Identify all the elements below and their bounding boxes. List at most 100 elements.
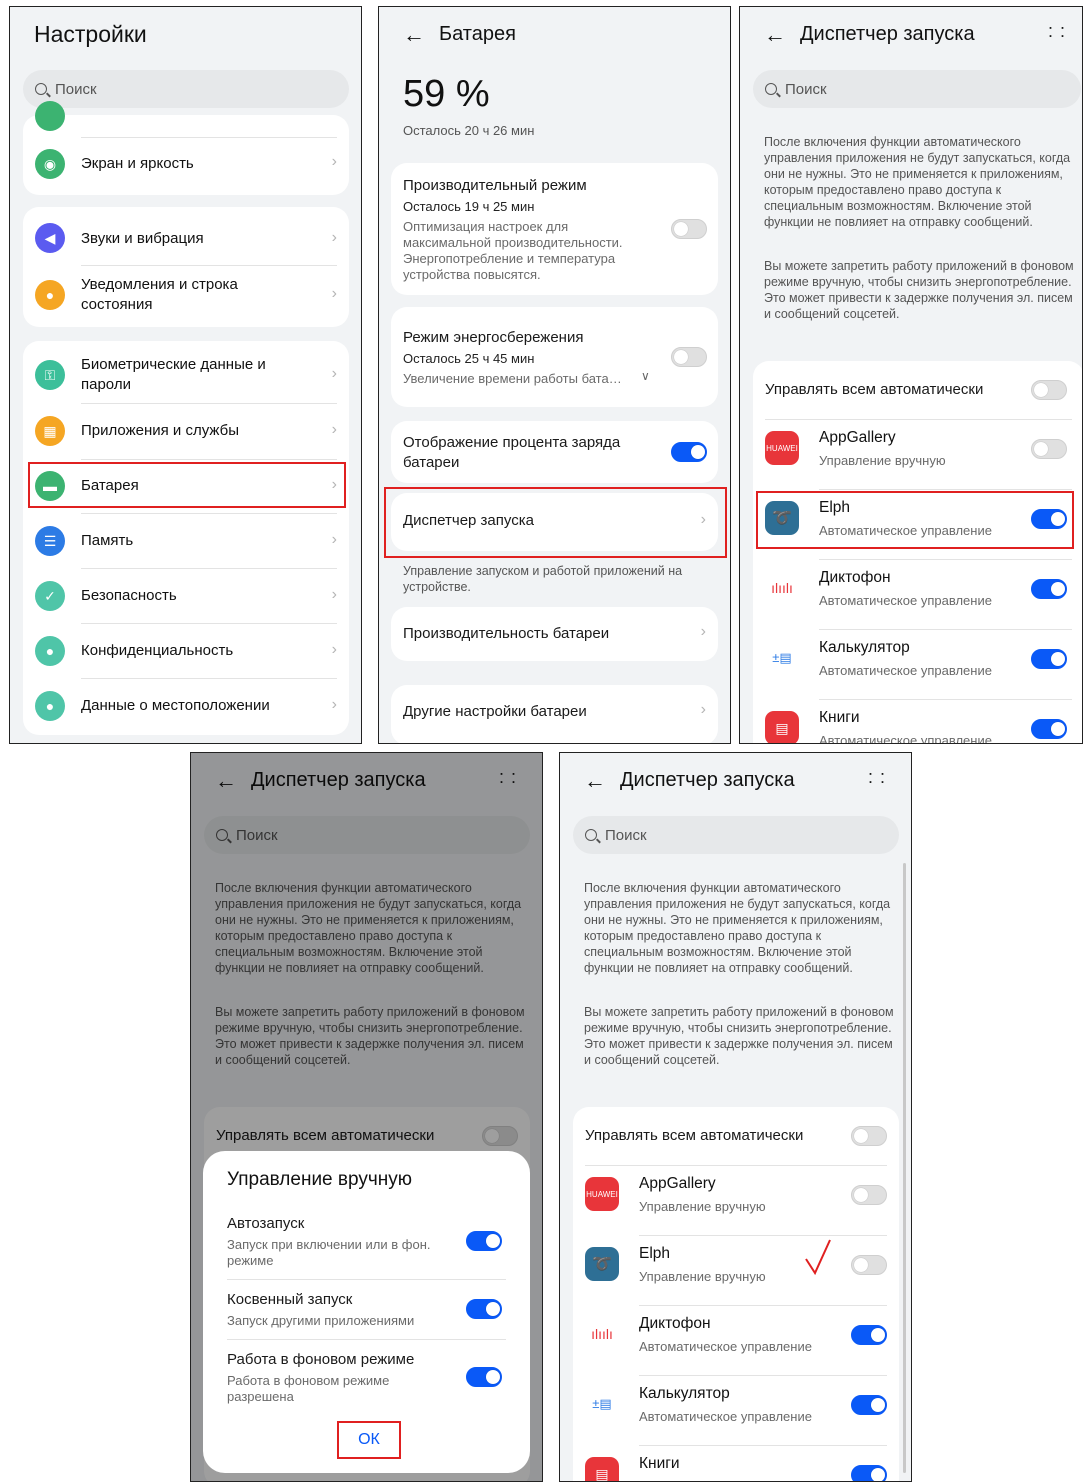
app-status: Управление вручную [819,453,946,468]
page-title: Батарея [439,23,516,45]
partial-icon [35,101,65,131]
app-toggle[interactable] [851,1395,887,1415]
back-arrow-icon[interactable]: ← [764,23,786,46]
highlight-box [384,487,727,558]
header: ← Диспетчер запуска [584,769,795,792]
elph-icon: ➰ [585,1247,619,1281]
launch-desc-2: Вы можете запретить работу приложений в … [584,1005,894,1067]
app-name: Elph [639,1245,671,1262]
settings-item-label: Приложения и службы [81,422,239,439]
perf-mode-toggle[interactable] [671,219,707,239]
eye-icon: ◉ [35,149,65,179]
battery-screen: ← Батарея 59 % Осталось 20 ч 26 мин Прои… [378,6,731,744]
save-mode-toggle[interactable] [671,347,707,367]
app-toggle[interactable] [1031,649,1067,669]
settings-item-label: Данные о местоположении [81,697,270,714]
search-icon [35,83,47,95]
app-toggle[interactable] [851,1465,887,1481]
scrollbar[interactable] [903,863,906,1473]
search-input[interactable]: Поиск [573,816,899,854]
app-name: AppGallery [819,429,896,446]
calculator-icon: ±▤ [585,1387,619,1421]
chevron-right-icon: › [331,285,337,302]
app-name: Диктофон [639,1315,711,1332]
app-name: AppGallery [639,1175,716,1192]
chevron-right-icon: › [331,153,337,170]
apps-icon: ▦ [35,416,65,446]
page-title: Диспетчер запуска [800,23,975,45]
header: ← Батарея [403,23,516,46]
perf-mode-title: Производительный режим [403,177,587,194]
chevron-right-icon: › [331,365,337,382]
app-toggle[interactable] [1031,579,1067,599]
app-name: Книги [639,1455,680,1472]
search-placeholder: Поиск [605,826,647,844]
search-placeholder: Поиск [785,80,827,98]
app-toggle[interactable] [1031,719,1067,739]
settings-item-label: Звуки и вибрация [81,230,204,247]
app-name: Диктофон [819,569,891,586]
chevron-right-icon: › [331,421,337,438]
indirect-launch-toggle[interactable] [466,1299,502,1319]
more-icon[interactable]: : : [1048,22,1066,40]
battery-performance-label: Производительность батареи [403,625,610,642]
appgallery-icon: HUAWEI [585,1177,619,1211]
chevron-down-icon[interactable]: ∨ [641,369,650,383]
search-input[interactable]: Поиск [753,70,1081,108]
privacy-icon: ● [35,636,65,666]
battery-remaining: Осталось 20 ч 26 мин [403,123,535,138]
settings-item-label: Безопасность [81,587,177,604]
settings-item-label: Уведомления и строка состояния [81,276,238,313]
app-toggle[interactable] [1031,439,1067,459]
save-mode-card: Режим энергосбережения Осталось 25 ч 45 … [391,307,718,407]
app-toggle[interactable] [851,1255,887,1275]
app-name: Калькулятор [819,639,910,656]
page-title: Диспетчер запуска [620,769,795,791]
launch-desc-2: Вы можете запретить работу приложений в … [764,259,1074,321]
books-icon: ▤ [585,1457,619,1481]
manage-all-toggle[interactable] [1031,380,1067,400]
back-arrow-icon[interactable]: ← [403,23,425,46]
manage-all-toggle[interactable] [851,1126,887,1146]
save-mode-remaining: Осталось 25 ч 45 мин [403,351,535,366]
settings-group-main: ⚿ Биометрические данные и пароли › ▦ При… [23,341,349,735]
app-status: Автоматическое управление [639,1339,812,1354]
search-icon [585,829,597,841]
dialog-item-desc: Запуск другими приложениями [227,1313,415,1328]
location-icon: ● [35,691,65,721]
other-battery-settings-label: Другие настройки батареи [403,703,587,720]
key-icon: ⚿ [35,360,65,390]
manage-all-label: Управлять всем автоматически [765,381,984,398]
autostart-toggle[interactable] [466,1231,502,1251]
perf-mode-remaining: Осталось 19 ч 25 мин [403,199,535,214]
manual-control-dialog: Управление вручную Автозапуск Запуск при… [203,1151,530,1473]
background-run-toggle[interactable] [466,1367,502,1387]
chevron-right-icon: › [700,701,706,718]
battery-percent: 59 % [403,73,490,115]
app-name: Книги [819,709,860,726]
chevron-right-icon: › [700,623,706,640]
recorder-icon: ılıılı [585,1317,619,1351]
launch-manager-dialog-screen: ← Диспетчер запуска : : Поиск После вклю… [190,752,543,1482]
calculator-icon: ±▤ [765,641,799,675]
chevron-right-icon: › [331,696,337,713]
ok-button[interactable]: ОК [337,1421,401,1459]
app-status: Автоматическое управление [819,733,992,744]
app-toggle[interactable] [851,1325,887,1345]
app-toggle[interactable] [851,1185,887,1205]
more-icon[interactable]: : : [868,768,886,786]
chevron-right-icon: › [331,229,337,246]
battery-performance-item[interactable]: Производительность батареи › [391,607,718,661]
launch-desc-1: После включения функции автоматического … [584,881,891,975]
search-input[interactable]: Поиск [23,70,349,108]
show-percent-toggle[interactable] [671,442,707,462]
settings-item-label: Конфиденциальность [81,642,234,659]
perf-mode-desc: Оптимизация настроек для максимальной пр… [403,219,623,282]
back-arrow-icon[interactable]: ← [584,769,606,792]
app-name: Калькулятор [639,1385,730,1402]
storage-icon: ☰ [35,526,65,556]
sidebar-item-label: Экран и яркость [81,155,194,172]
other-battery-settings-item[interactable]: Другие настройки батареи › [391,685,718,743]
chevron-right-icon: › [331,531,337,548]
dialog-title: Управление вручную [227,1169,412,1190]
